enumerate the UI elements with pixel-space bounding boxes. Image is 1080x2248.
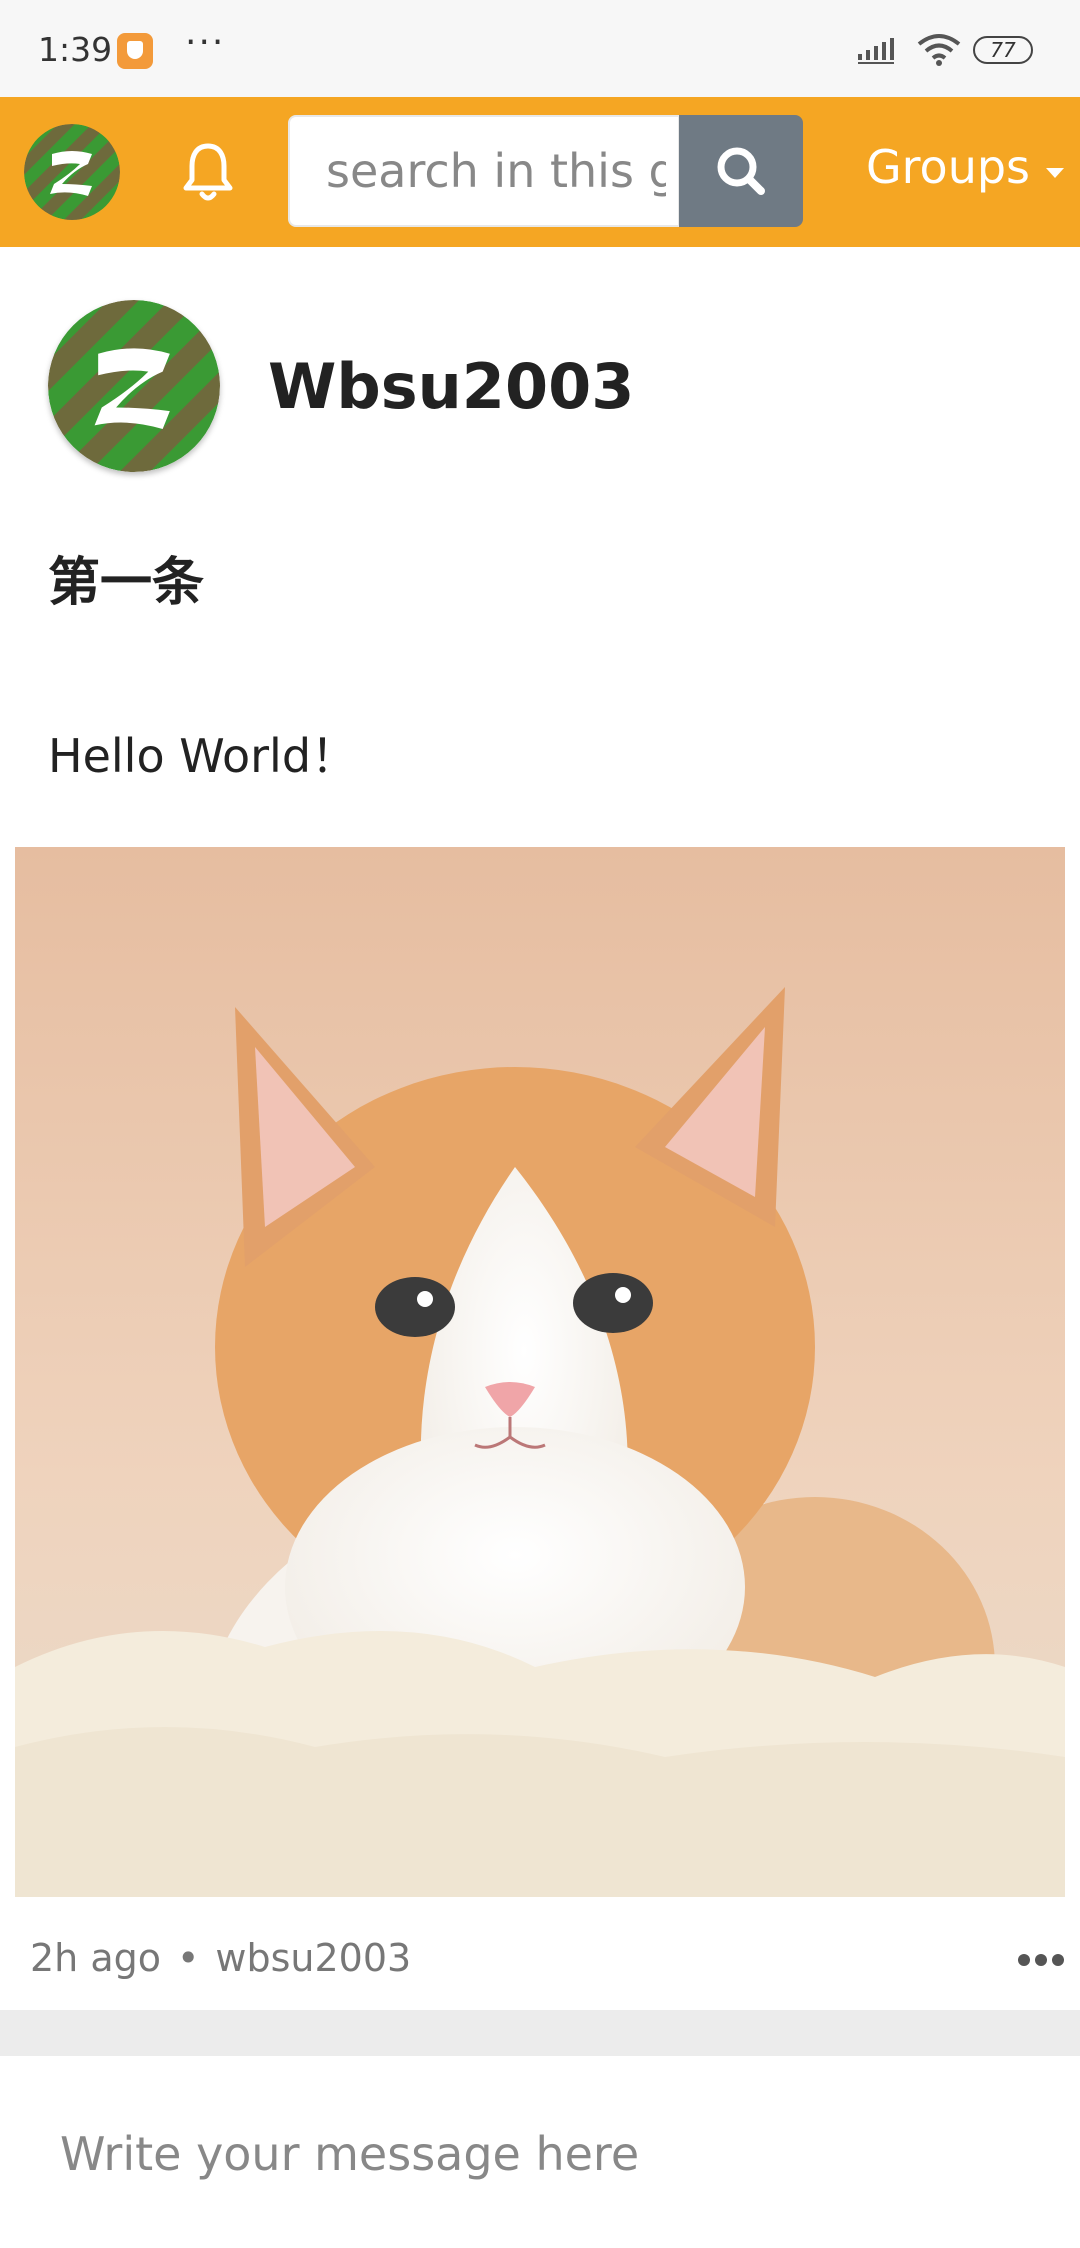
kitten-photo[interactable] [15,847,1065,1897]
status-bar: 1:39 ··· 77 [0,0,1080,97]
post-time: 2h ago [30,1936,161,1980]
search-box [288,115,680,227]
more-options-icon[interactable] [1018,1950,1064,1970]
section-divider [0,2010,1080,2056]
message-input[interactable] [60,2110,1020,2198]
post-username[interactable]: wbsu2003 [215,1936,411,1980]
search-input[interactable] [326,117,666,225]
signal-icon [858,38,894,64]
post-meta: 2h ago • wbsu2003 [30,1936,411,1980]
post-body: Hello World！ [48,729,358,783]
wifi-icon [917,34,961,66]
groups-dropdown[interactable]: Groups [866,140,1030,194]
avatar[interactable] [48,300,220,472]
shield-icon [117,33,153,69]
caret-down-icon[interactable] [1046,168,1064,178]
status-more-dots: ··· [185,22,226,63]
battery-indicator: 77 [973,36,1033,64]
status-time: 1:39 [38,30,113,69]
post-author-name[interactable]: Wbsu2003 [268,350,634,423]
search-icon [717,147,765,195]
meta-separator: • [177,1936,200,1980]
bell-icon[interactable] [180,140,236,204]
post-title: 第一条 [48,553,205,613]
app-logo-icon[interactable] [24,124,120,220]
search-button[interactable] [679,115,803,227]
